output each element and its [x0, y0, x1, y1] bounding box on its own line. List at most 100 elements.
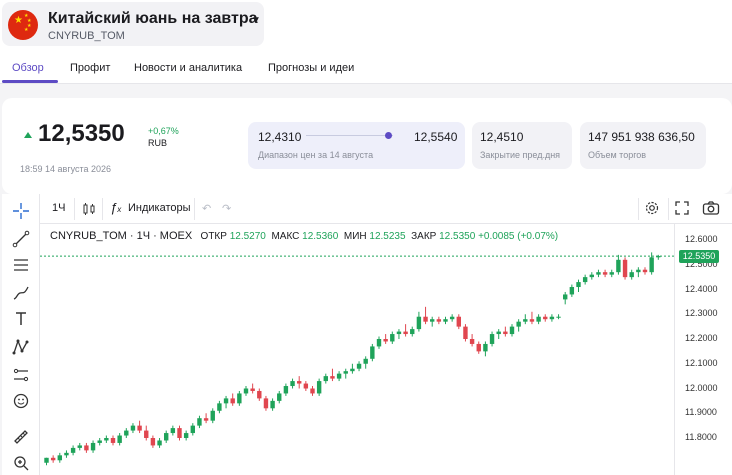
candle-down — [503, 331, 508, 335]
candle-up — [489, 334, 495, 344]
tab-forecasts[interactable]: Прогнозы и идеи — [268, 62, 354, 74]
instrument-selector[interactable]: ★ ★ ★ ★ ★ Китайский юань на завтра ▼ CNYRUB_… — [2, 2, 264, 46]
prev-close-label: Закрытие пред.дня — [480, 150, 561, 160]
fib-lines-icon[interactable] — [10, 254, 32, 276]
candle-up — [629, 272, 634, 278]
candle-down — [297, 381, 302, 384]
candle-down — [463, 326, 468, 339]
main-tabs: Обзор Профит Новости и аналитика Прогноз… — [0, 54, 732, 84]
text-icon[interactable] — [10, 308, 32, 330]
candle-up — [483, 343, 488, 352]
candles-icon[interactable] — [82, 202, 96, 219]
candle-up — [649, 257, 654, 273]
redo-icon[interactable]: ↷ — [222, 202, 231, 215]
last-price-label: 12.5350 — [679, 249, 719, 263]
candle-up — [336, 373, 342, 379]
candle-down — [383, 339, 388, 342]
candle-up — [390, 334, 395, 342]
toolbar-divider — [194, 198, 195, 220]
candle-up — [164, 433, 169, 441]
emoji-icon[interactable] — [10, 390, 32, 412]
candle-down — [543, 316, 548, 320]
pattern-icon[interactable] — [10, 336, 32, 358]
candle-down — [150, 438, 156, 446]
price-tick: 11.9000 — [685, 407, 717, 418]
candle-up — [569, 287, 575, 295]
candle-up — [77, 445, 82, 448]
undo-icon[interactable]: ↶ — [202, 202, 211, 215]
drawing-toolbar — [2, 194, 40, 475]
tab-overview[interactable]: Обзор — [12, 62, 44, 74]
candle-up — [516, 321, 521, 327]
price-tick: 12.0000 — [685, 382, 718, 393]
ruler-icon[interactable] — [10, 426, 32, 448]
candle-up — [223, 398, 229, 404]
candle-up — [57, 455, 62, 461]
candle-up — [290, 381, 295, 387]
candle-up — [609, 272, 614, 275]
volume-label: Объем торгов — [588, 150, 647, 160]
interval-button[interactable]: 1Ч — [52, 202, 65, 214]
candle-up — [370, 346, 375, 359]
tab-news[interactable]: Новости и аналитика — [134, 62, 242, 74]
function-icon[interactable]: ƒx — [110, 200, 121, 215]
zoom-icon[interactable] — [10, 452, 32, 474]
candle-down — [263, 398, 269, 409]
candle-down — [257, 390, 262, 399]
settings-icon[interactable] — [644, 200, 660, 219]
fullscreen-icon[interactable] — [674, 200, 690, 219]
candle-up — [283, 386, 289, 394]
candle-down — [84, 445, 89, 451]
candle-down — [50, 457, 56, 461]
candle-up — [237, 393, 242, 404]
candle-down — [144, 430, 149, 438]
candle-up — [104, 438, 109, 441]
measure-lines-icon[interactable] — [10, 364, 32, 386]
toolbar-divider — [668, 198, 669, 220]
instrument-ticker: CNYRUB_TOM — [48, 30, 125, 42]
candle-up — [416, 316, 422, 330]
caret-down-icon[interactable]: ▼ — [251, 15, 261, 26]
instrument-title: Китайский юань на завтра — [48, 10, 258, 27]
candle-down — [230, 398, 235, 404]
last-price: 12,5350 — [38, 120, 125, 147]
candle-up — [170, 428, 176, 434]
active-tab-indicator — [2, 80, 58, 83]
tab-profit[interactable]: Профит — [70, 62, 110, 74]
indicators-button[interactable]: Индикаторы — [128, 202, 191, 214]
trendline-icon[interactable] — [10, 228, 32, 250]
candle-up — [576, 282, 581, 288]
up-arrow-icon — [24, 132, 32, 138]
candle-up — [496, 331, 501, 335]
price-scale[interactable]: 12.6000 12.5000 12.4000 12.3000 12.2000 12.10… — [674, 224, 732, 475]
candle-up — [556, 316, 561, 318]
range-marker — [385, 132, 393, 139]
candle-up — [44, 457, 49, 463]
currency-code: RUB — [148, 138, 168, 148]
candle-down — [436, 319, 442, 322]
range-label: Диапазон цен за 14 августа — [258, 150, 374, 160]
candle-up — [549, 316, 555, 320]
candle-down — [456, 316, 461, 327]
candle-up — [563, 294, 568, 300]
price-tick: 12.2000 — [685, 333, 718, 343]
prev-close-card: 12,4510 Закрытие пред.дня — [472, 122, 572, 169]
candle-up — [449, 316, 455, 320]
range-slider-track — [306, 135, 393, 136]
candle-down — [203, 418, 209, 421]
candle-down — [330, 376, 335, 379]
page-header: ★ ★ ★ ★ ★ Китайский юань на завтра ▼ CNYRUB_… — [0, 0, 732, 54]
candlestick-chart[interactable] — [40, 224, 674, 475]
quote-timestamp: 18:59 14 августа 2026 — [20, 164, 112, 174]
price-tick: 12.4000 — [685, 283, 718, 294]
candle-up — [356, 363, 362, 369]
camera-icon[interactable] — [702, 200, 720, 219]
candle-up — [616, 259, 621, 273]
chart-panel: 1Ч ƒx Индикаторы ↶ ↷ CNYRUB_TOM · 1Ч · M… — [2, 194, 732, 475]
candle-up — [183, 433, 189, 438]
candle-up — [277, 393, 282, 401]
candle-up — [350, 368, 355, 372]
candle-up — [343, 371, 348, 374]
brush-icon[interactable] — [10, 282, 32, 304]
crosshair-icon[interactable] — [10, 200, 32, 222]
